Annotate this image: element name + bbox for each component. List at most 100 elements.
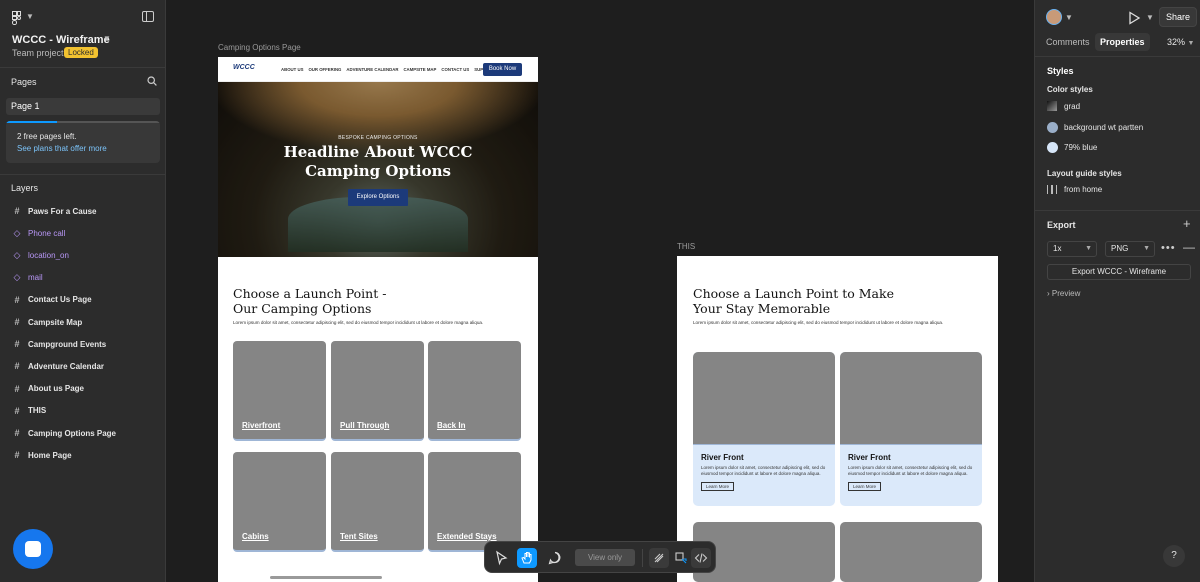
- annotate-tool-icon[interactable]: [649, 548, 669, 568]
- zoom-chevron-icon: ▼: [1187, 40, 1195, 47]
- remove-export-minus-icon[interactable]: —: [1183, 240, 1195, 254]
- share-button[interactable]: Share: [1159, 7, 1197, 27]
- layers-header: Layers: [11, 183, 39, 193]
- layer-item[interactable]: ◇ mail: [12, 271, 43, 285]
- option-card: Cabins: [233, 452, 326, 552]
- layer-item[interactable]: # Camping Options Page: [12, 426, 116, 440]
- page-item-current[interactable]: Page 1: [6, 98, 160, 115]
- nav-link: CONTACT US: [441, 67, 470, 72]
- layer-item[interactable]: # Home Page: [12, 448, 72, 462]
- frame-icon: #: [14, 383, 20, 394]
- move-tool-icon[interactable]: [491, 548, 511, 568]
- option-card: Riverfront: [233, 341, 326, 441]
- assistant-button[interactable]: [13, 529, 53, 569]
- hand-tool-icon[interactable]: [517, 548, 537, 568]
- frame-icon: #: [14, 206, 20, 216]
- layer-label: Camping Options Page: [28, 428, 117, 438]
- card-title: River Front: [848, 453, 891, 462]
- file-header: ▼ WCCC - Wireframe ▼ Team project Locked: [0, 0, 165, 68]
- color-swatch: [1047, 101, 1057, 111]
- file-name[interactable]: WCCC - Wireframe: [12, 34, 110, 46]
- frame-camping-options-page[interactable]: WCCC ABOUT US OUR OFFERING ADVENTURE CALEN…: [218, 57, 538, 582]
- tab-comments[interactable]: Comments: [1046, 37, 1090, 47]
- color-style-item[interactable]: background wt partten: [1047, 122, 1143, 133]
- hero-title: Headline About WCCC Camping Options: [218, 143, 538, 181]
- tab-properties[interactable]: Properties: [1095, 33, 1150, 51]
- layer-item[interactable]: # Adventure Calendar: [12, 359, 104, 373]
- team-name[interactable]: Team project: [12, 48, 64, 58]
- layer-label: Home Page: [28, 450, 72, 460]
- divider: [1035, 56, 1200, 57]
- see-plans-link[interactable]: See plans that offer more: [17, 144, 107, 153]
- card-image-placeholder: [840, 352, 982, 445]
- preview-toggle[interactable]: › Preview: [1047, 289, 1080, 298]
- free-pages-notice: 2 free pages left. See plans that offer …: [6, 121, 160, 163]
- section1-title: Choose a Launch Point - Our Camping Opti…: [233, 286, 386, 316]
- layout-style-from-home[interactable]: from home: [1047, 185, 1102, 194]
- frame-icon: #: [14, 317, 20, 327]
- frame-icon: #: [14, 405, 20, 416]
- option-card: Extended Stays: [428, 452, 521, 552]
- nav-link: ABOUT US: [281, 67, 304, 72]
- layer-item[interactable]: # Contact Us Page: [12, 293, 91, 307]
- zoom-level[interactable]: 32% ▼: [1167, 37, 1194, 47]
- layer-item[interactable]: # Campsite Map: [12, 315, 82, 329]
- section2-title-line1: Choose a Launch Point to Make: [693, 286, 894, 301]
- comment-tool-icon[interactable]: [545, 548, 565, 568]
- file-menu-chevron-icon[interactable]: ▼: [103, 34, 111, 43]
- frame-label-this[interactable]: THIS: [677, 242, 695, 251]
- layer-item[interactable]: ◇ location_on: [12, 248, 69, 262]
- help-button[interactable]: ?: [1163, 545, 1185, 567]
- export-more-icon[interactable]: •••: [1161, 242, 1176, 254]
- frame-label-camping-options[interactable]: Camping Options Page: [218, 43, 301, 52]
- user-avatar[interactable]: [1046, 9, 1062, 25]
- main-menu-chevron-icon[interactable]: ▼: [26, 12, 34, 21]
- zoom-value: 32%: [1167, 37, 1186, 47]
- layer-label: Phone call: [28, 228, 66, 238]
- left-sidebar: ▼ WCCC - Wireframe ▼ Team project Locked…: [0, 0, 166, 582]
- color-style-item[interactable]: grad: [1047, 101, 1080, 111]
- present-play-icon[interactable]: [1127, 11, 1141, 25]
- section1-subtitle: Lorem ipsum dolor sit amet, consectetur …: [233, 320, 484, 325]
- layer-item[interactable]: # Paws For a Cause: [12, 204, 96, 218]
- figma-logo-icon[interactable]: [12, 11, 22, 25]
- layer-item[interactable]: # Campground Events: [12, 337, 106, 351]
- panel-toggle-icon[interactable]: [142, 11, 154, 22]
- card-description: Lorem ipsum dolor sit amet, consectetur …: [701, 465, 826, 476]
- free-pages-text: 2 free pages left.: [17, 132, 77, 141]
- frame-icon: #: [14, 450, 20, 461]
- option-card: Tent Sites: [331, 452, 424, 552]
- option-card-label: Tent Sites: [340, 532, 378, 541]
- frame-this[interactable]: Choose a Launch Point to Make Your Stay …: [677, 256, 998, 582]
- export-scale-select[interactable]: 1x ▼: [1047, 241, 1097, 257]
- export-button[interactable]: Export WCCC - Wireframe: [1047, 264, 1191, 280]
- export-format-select[interactable]: PNG ▼: [1105, 241, 1155, 257]
- layout-style-name: from home: [1064, 185, 1103, 194]
- layer-item[interactable]: # THIS: [12, 404, 46, 418]
- dev-mode-ruler-icon[interactable]: [671, 548, 691, 568]
- color-swatch: [1047, 142, 1058, 153]
- present-chevron-icon[interactable]: ▼: [1146, 13, 1154, 22]
- color-swatch: [1047, 122, 1058, 133]
- divider: [1035, 210, 1200, 211]
- nav-link: ADVENTURE CALENDAR: [346, 67, 399, 72]
- horizontal-scrollbar[interactable]: [270, 576, 382, 579]
- right-sidebar: ▼ ▼ Share Comments Properties 32% ▼ Styl…: [1034, 0, 1200, 582]
- frame-icon: #: [14, 428, 20, 438]
- color-style-item[interactable]: 79% blue: [1047, 142, 1097, 153]
- search-icon[interactable]: [147, 76, 157, 86]
- export-format-value: PNG: [1111, 244, 1129, 253]
- layer-item[interactable]: # About us Page: [12, 382, 84, 396]
- code-icon[interactable]: [691, 548, 711, 568]
- add-export-plus-icon[interactable]: +: [1183, 216, 1191, 231]
- layer-label: mail: [28, 273, 43, 283]
- option-card: Pull Through: [331, 341, 424, 441]
- layer-item[interactable]: ◇ Phone call: [12, 226, 66, 240]
- avatar-chevron-icon[interactable]: ▼: [1065, 13, 1073, 22]
- chevron-right-icon: ›: [1047, 289, 1050, 298]
- layer-label: Adventure Calendar: [28, 361, 105, 371]
- component-icon: ◇: [13, 249, 21, 260]
- layer-label: Paws For a Cause: [28, 206, 97, 216]
- card-placeholder: [840, 522, 982, 582]
- nav-link: CAMPSITE MAP: [403, 67, 437, 72]
